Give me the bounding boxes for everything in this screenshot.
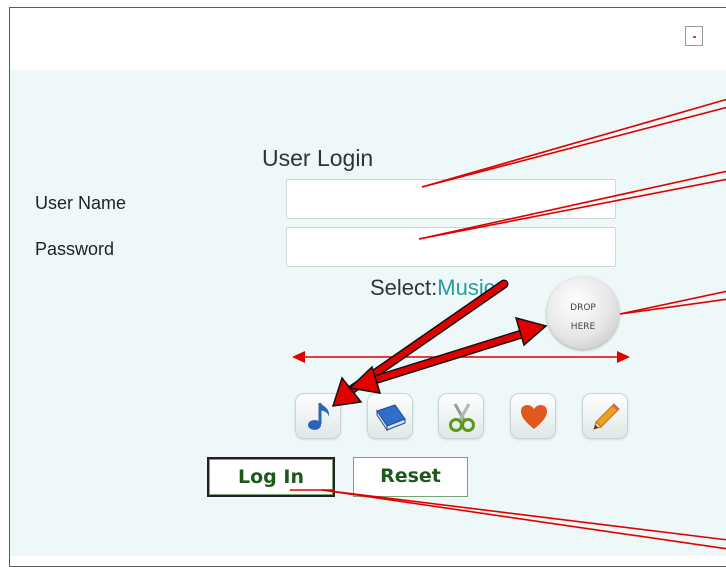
title-bar: [10, 8, 726, 71]
drop-target[interactable]: DROP HERE: [547, 277, 619, 349]
book-category-button[interactable]: [367, 393, 413, 439]
pencil-icon: [593, 403, 620, 430]
music-note-icon: [308, 403, 330, 430]
heart-icon: [521, 405, 547, 429]
pencil-category-button[interactable]: [582, 393, 628, 439]
username-label: User Name: [35, 193, 127, 213]
reset-button[interactable]: Reset: [353, 457, 468, 497]
book-icon: [376, 404, 406, 432]
username-input[interactable]: [286, 179, 616, 219]
scissors-category-button[interactable]: [438, 393, 484, 439]
close-button[interactable]: [685, 26, 703, 46]
drop-text-line1: DROP: [570, 303, 596, 313]
page-title: User Login: [262, 145, 374, 171]
drop-text-line2: HERE: [570, 322, 596, 332]
selected-category: Music: [437, 275, 495, 300]
password-label: Password: [35, 239, 115, 259]
music-category-button[interactable]: [295, 393, 341, 439]
login-button[interactable]: Log In: [207, 457, 335, 497]
password-input[interactable]: [286, 227, 616, 267]
scissors-icon: [449, 403, 475, 432]
heart-category-button[interactable]: [510, 393, 556, 439]
close-icon: [693, 36, 696, 38]
select-prompt: Select:Music: [370, 275, 495, 301]
select-label: Select:: [370, 275, 438, 300]
